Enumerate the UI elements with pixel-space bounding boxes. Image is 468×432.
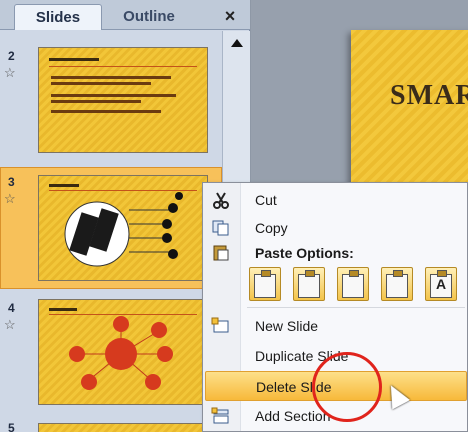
thumbnail-diagram [69,316,173,390]
slide-thumbnail[interactable] [38,423,208,432]
menu-item-copy[interactable]: Copy [205,213,467,243]
slide-title: SMAR [390,80,468,111]
scroll-up-icon[interactable] [231,39,243,47]
add-section-icon [211,407,229,424]
slide-thumbnail[interactable] [38,299,208,405]
pane-tabs: Slides Outline × [0,0,250,30]
highlight-circle [312,352,382,422]
menu-label: Copy [255,220,288,236]
paste-options-row: A [249,267,468,303]
animation-star-icon: ☆ [4,65,16,80]
tab-outline[interactable]: Outline [104,4,194,30]
paste-icon [213,245,229,261]
paste-picture-button[interactable] [381,267,413,301]
slide-thumbnails: 2 ☆ 3 ☆ 4 ☆ 5 [0,31,222,432]
new-slide-icon [211,317,229,333]
menu-label: Paste Options: [255,245,354,261]
close-pane-icon[interactable]: × [218,6,242,26]
tab-slides[interactable]: Slides [14,4,102,30]
menu-label: New Slide [255,318,319,334]
slide-number: 2 [8,49,15,63]
slide-thumbnail[interactable] [38,175,208,281]
slide-thumb-4[interactable]: 4 ☆ [0,299,222,409]
paste-embed-button[interactable] [337,267,369,301]
slide-thumbnail[interactable] [38,47,208,153]
thumbnail-diagram [64,192,183,267]
animation-star-icon: ☆ [4,317,16,332]
menu-item-new-slide[interactable]: New Slide [205,311,467,341]
slide-number: 4 [8,301,15,315]
slide-thumb-5[interactable]: 5 [0,419,222,432]
slide-number: 5 [8,421,15,432]
menu-label: Add Section [255,408,331,424]
menu-separator [247,307,465,308]
menu-label: Cut [255,192,277,208]
text-only-glyph: A [435,276,447,292]
paste-use-destination-theme-button[interactable] [249,267,281,301]
scissors-icon [213,192,229,209]
slide-thumb-2[interactable]: 2 ☆ [0,43,222,153]
paste-keep-source-formatting-button[interactable] [293,267,325,301]
copy-icon [212,220,229,236]
menu-item-cut[interactable]: Cut [205,185,467,215]
menu-item-paste-options: Paste Options: [205,241,467,263]
paste-keep-text-only-button[interactable]: A [425,267,457,301]
slide-number: 3 [8,175,15,189]
animation-star-icon: ☆ [4,191,16,206]
slide-thumb-3[interactable]: 3 ☆ [0,169,222,287]
